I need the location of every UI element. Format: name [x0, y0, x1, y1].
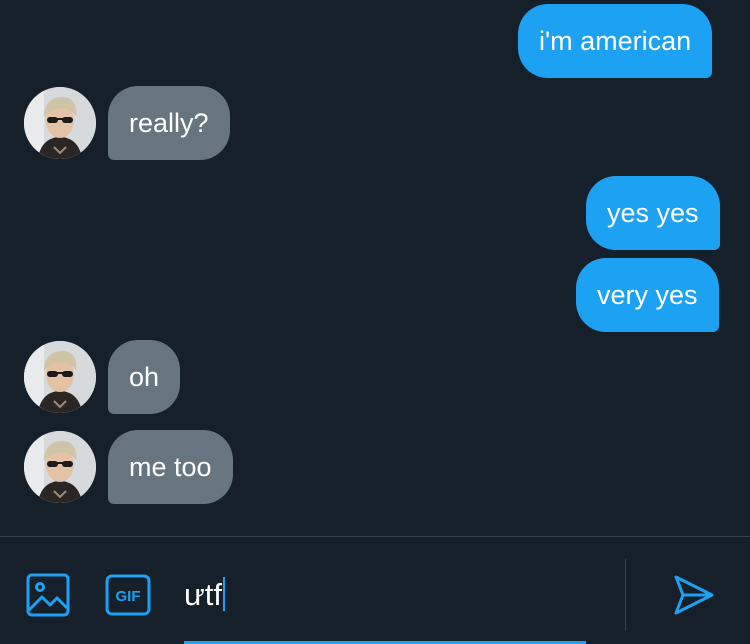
received-message[interactable]: me too — [108, 430, 233, 504]
message-composer: GIF ưtf — [0, 536, 750, 644]
send-icon — [674, 575, 714, 615]
avatar-photo-icon — [24, 87, 96, 159]
avatar-photo-icon — [24, 431, 96, 503]
message-thread: i'm american really? yes yes very yes oh… — [0, 0, 750, 536]
message-input[interactable]: ưtf — [184, 537, 586, 644]
sent-message[interactable]: very yes — [576, 258, 719, 332]
image-button[interactable] — [26, 573, 70, 622]
image-icon — [26, 573, 70, 617]
avatar[interactable] — [24, 87, 96, 159]
send-button[interactable] — [672, 573, 716, 622]
text-caret — [222, 577, 225, 611]
received-message[interactable]: really? — [108, 86, 230, 160]
gif-label: GIF — [116, 588, 141, 605]
received-message[interactable]: oh — [108, 340, 181, 414]
avatar[interactable] — [24, 341, 96, 413]
avatar-photo-icon — [24, 341, 96, 413]
gif-icon: GIF — [105, 574, 151, 616]
sent-message[interactable]: yes yes — [586, 176, 720, 250]
avatar[interactable] — [24, 431, 96, 503]
message-input-value: ưtf — [184, 577, 222, 612]
sent-message[interactable]: i'm american — [518, 4, 713, 78]
gif-button[interactable]: GIF — [105, 574, 151, 621]
composer-divider — [625, 559, 626, 631]
